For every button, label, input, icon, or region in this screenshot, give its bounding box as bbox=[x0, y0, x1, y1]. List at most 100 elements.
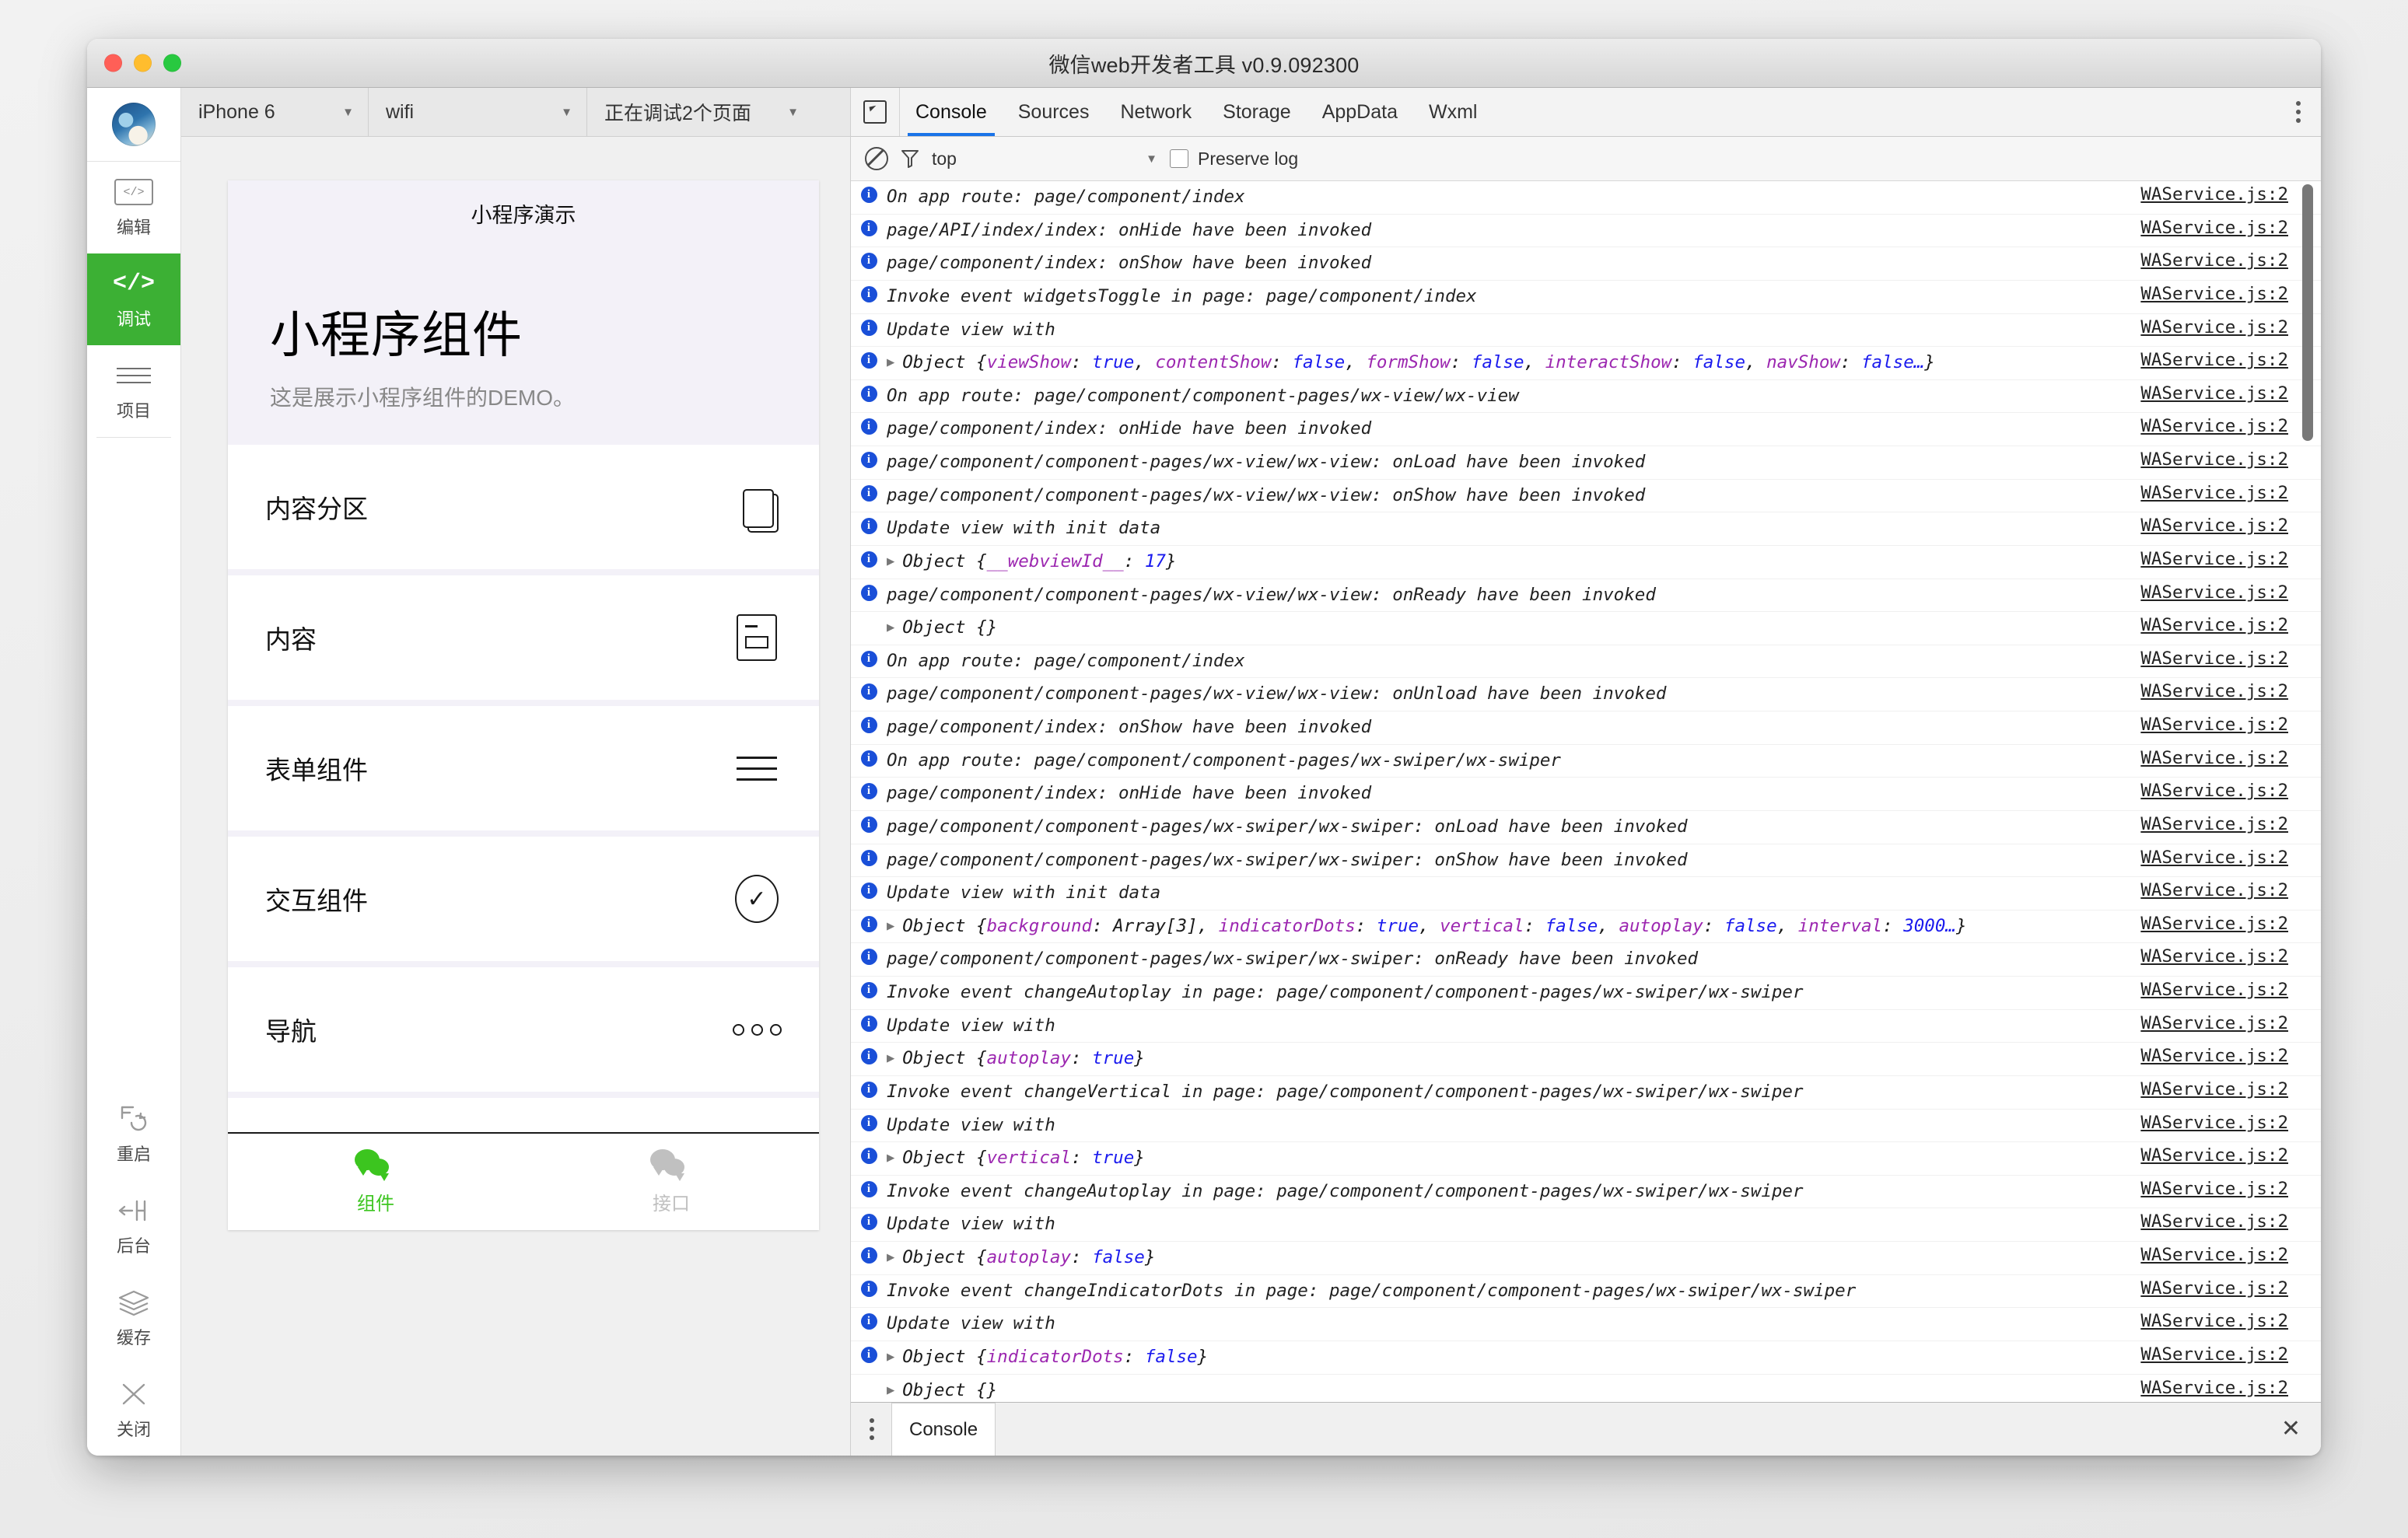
console-log-row[interactable]: ▶ Object {} WAService.js:2 bbox=[851, 612, 2321, 645]
list-item[interactable]: 表单组件 bbox=[228, 706, 819, 830]
expand-triangle-icon[interactable]: ▶ bbox=[887, 1049, 894, 1068]
preserve-log-checkbox[interactable] bbox=[1170, 149, 1188, 168]
tab-network[interactable]: Network bbox=[1104, 88, 1207, 136]
console-source-link[interactable]: WAService.js:2 bbox=[2055, 1344, 2321, 1365]
console-source-link[interactable]: WAService.js:2 bbox=[2055, 648, 2321, 669]
tab-storage[interactable]: Storage bbox=[1207, 88, 1307, 136]
expand-triangle-icon[interactable]: ▶ bbox=[887, 1248, 894, 1267]
expand-triangle-icon[interactable]: ▶ bbox=[887, 1148, 894, 1168]
console-source-link[interactable]: WAService.js:2 bbox=[2055, 1013, 2321, 1033]
rail-item-background[interactable]: 后台 bbox=[87, 1180, 180, 1272]
console-source-link[interactable]: WAService.js:2 bbox=[2055, 350, 2321, 370]
console-source-link[interactable]: WAService.js:2 bbox=[2055, 218, 2321, 238]
console-source-link[interactable]: WAService.js:2 bbox=[2055, 1046, 2321, 1066]
tabbar-item-api[interactable]: 接口 bbox=[523, 1134, 819, 1230]
console-source-link[interactable]: WAService.js:2 bbox=[2055, 615, 2321, 635]
console-source-link[interactable]: WAService.js:2 bbox=[2055, 914, 2321, 934]
console-log-row[interactable]: i ▶ Object {vertical: true} WAService.js:2 bbox=[851, 1142, 2321, 1176]
expand-triangle-icon[interactable]: ▶ bbox=[887, 1347, 894, 1367]
drawer-tab-console[interactable]: Console bbox=[891, 1402, 996, 1456]
console-source-link[interactable]: WAService.js:2 bbox=[2055, 880, 2321, 900]
console-source-link[interactable]: WAService.js:2 bbox=[2055, 284, 2321, 304]
console-log-row[interactable]: i ▶ Object {autoplay: false} WAService.js:2 bbox=[851, 1242, 2321, 1275]
console-source-link[interactable]: WAService.js:2 bbox=[2055, 946, 2321, 966]
console-log-row[interactable]: i Update view with WAService.js:2 bbox=[851, 1308, 2321, 1341]
debug-pages-select[interactable]: 正在调试2个页面 ▼ bbox=[587, 88, 813, 136]
console-log-row[interactable]: i Invoke event widgetsToggle in page: pag… bbox=[851, 281, 2321, 314]
avatar[interactable] bbox=[112, 103, 156, 146]
console-log-row[interactable]: i page/component/component-pages/wx-swipe… bbox=[851, 943, 2321, 977]
console-source-link[interactable]: WAService.js:2 bbox=[2055, 250, 2321, 271]
console-log-row[interactable]: i page/component/component-pages/wx-view/… bbox=[851, 480, 2321, 513]
tab-appdata[interactable]: AppData bbox=[1307, 88, 1413, 136]
console-log-row[interactable]: i On app route: page/component/index WASer… bbox=[851, 645, 2321, 679]
console-source-link[interactable]: WAService.js:2 bbox=[2055, 449, 2321, 470]
console-log-row[interactable]: i Update view with WAService.js:2 bbox=[851, 1208, 2321, 1242]
console-log-row[interactable]: i page/component/component-pages/wx-swipe… bbox=[851, 811, 2321, 844]
console-log-row[interactable]: i Invoke event changeAutoplay in page: pa… bbox=[851, 977, 2321, 1010]
expand-triangle-icon[interactable]: ▶ bbox=[887, 917, 894, 936]
console-log-row[interactable]: i Update view with init data WAService.js:… bbox=[851, 877, 2321, 911]
console-source-link[interactable]: WAService.js:2 bbox=[2055, 1179, 2321, 1199]
console-source-link[interactable]: WAService.js:2 bbox=[2055, 416, 2321, 436]
console-source-link[interactable]: WAService.js:2 bbox=[2055, 549, 2321, 569]
close-button[interactable] bbox=[104, 54, 122, 72]
console-log-row[interactable]: i page/component/component-pages/wx-swipe… bbox=[851, 844, 2321, 878]
console-source-link[interactable]: WAService.js:2 bbox=[2055, 814, 2321, 834]
console-source-link[interactable]: WAService.js:2 bbox=[2055, 848, 2321, 868]
list-item[interactable]: 媒体 bbox=[228, 1098, 819, 1132]
minimize-button[interactable] bbox=[134, 54, 152, 72]
list-item[interactable]: 内容分区 bbox=[228, 445, 819, 569]
console-log-row[interactable]: i Update view with WAService.js:2 bbox=[851, 314, 2321, 348]
rail-item-close[interactable]: 关闭 bbox=[87, 1364, 180, 1456]
zoom-button[interactable] bbox=[163, 54, 181, 72]
tab-console[interactable]: Console bbox=[900, 88, 1003, 136]
network-select[interactable]: wifi ▼ bbox=[369, 88, 587, 136]
kebab-menu-icon[interactable] bbox=[870, 1418, 874, 1440]
expand-triangle-icon[interactable]: ▶ bbox=[887, 552, 894, 572]
expand-triangle-icon[interactable]: ▶ bbox=[887, 353, 894, 372]
console-source-link[interactable]: WAService.js:2 bbox=[2055, 582, 2321, 603]
filter-funnel-icon[interactable] bbox=[901, 149, 919, 169]
console-log-row[interactable]: i page/component/component-pages/wx-view/… bbox=[851, 579, 2321, 613]
console-log-row[interactable]: i page/component/index: onHide have been … bbox=[851, 413, 2321, 446]
mini-program-page[interactable]: 小程序组件 这是展示小程序组件的DEMO。 内容分区 内容 表单组件 交互组件 … bbox=[228, 246, 819, 1132]
rail-item-debug[interactable]: </> 调试 bbox=[87, 253, 180, 345]
list-item[interactable]: 交互组件 ✓ bbox=[228, 837, 819, 961]
console-source-link[interactable]: WAService.js:2 bbox=[2055, 184, 2321, 204]
console-source-link[interactable]: WAService.js:2 bbox=[2055, 1211, 2321, 1232]
console-source-link[interactable]: WAService.js:2 bbox=[2055, 781, 2321, 801]
console-source-link[interactable]: WAService.js:2 bbox=[2055, 980, 2321, 1000]
console-source-link[interactable]: WAService.js:2 bbox=[2055, 1245, 2321, 1265]
console-source-link[interactable]: WAService.js:2 bbox=[2055, 483, 2321, 503]
console-log-row[interactable]: i page/component/index: onShow have been … bbox=[851, 711, 2321, 745]
console-log-row[interactable]: i Invoke event changeAutoplay in page: pa… bbox=[851, 1176, 2321, 1209]
console-source-link[interactable]: WAService.js:2 bbox=[2055, 1278, 2321, 1299]
console-log-row[interactable]: ▶ Object {} WAService.js:2 bbox=[851, 1375, 2321, 1403]
console-source-link[interactable]: WAService.js:2 bbox=[2055, 1079, 2321, 1099]
console-context-select[interactable]: top ▼ bbox=[932, 149, 1157, 170]
rail-item-edit[interactable]: </> 编辑 bbox=[87, 162, 180, 253]
inspect-element-button[interactable] bbox=[851, 88, 900, 136]
console-log-row[interactable]: i On app route: page/component/component-… bbox=[851, 745, 2321, 778]
console-log-row[interactable]: i page/component/component-pages/wx-view/… bbox=[851, 446, 2321, 480]
console-source-link[interactable]: WAService.js:2 bbox=[2055, 1311, 2321, 1331]
rail-item-project[interactable]: 项目 bbox=[87, 345, 180, 437]
console-log-row[interactable]: i On app route: page/component/index WASer… bbox=[851, 181, 2321, 215]
rail-item-restart[interactable]: 重启 bbox=[87, 1089, 180, 1180]
console-log-row[interactable]: i ▶ Object {viewShow: true, contentShow: f… bbox=[851, 347, 2321, 380]
console-log-row[interactable]: i ▶ Object {background: Array[3], indicato… bbox=[851, 911, 2321, 944]
console-log-row[interactable]: i page/component/component-pages/wx-view/… bbox=[851, 678, 2321, 711]
console-source-link[interactable]: WAService.js:2 bbox=[2055, 1378, 2321, 1398]
console-log-row[interactable]: i ▶ Object {__webviewId__: 17} WAService.js… bbox=[851, 546, 2321, 579]
console-source-link[interactable]: WAService.js:2 bbox=[2055, 715, 2321, 735]
device-select[interactable]: iPhone 6 ▼ bbox=[181, 88, 369, 136]
console-log-list[interactable]: i On app route: page/component/index WASer… bbox=[851, 181, 2321, 1402]
console-log-row[interactable]: i Invoke event changeIndicatorDots in pag… bbox=[851, 1275, 2321, 1309]
console-source-link[interactable]: WAService.js:2 bbox=[2055, 1145, 2321, 1166]
list-item[interactable]: 导航 bbox=[228, 967, 819, 1092]
console-log-row[interactable]: i page/component/index: onHide have been … bbox=[851, 778, 2321, 811]
tab-wxml[interactable]: Wxml bbox=[1413, 88, 1493, 136]
console-log-row[interactable]: i page/component/index: onShow have been … bbox=[851, 247, 2321, 281]
rail-item-cache[interactable]: 缓存 bbox=[87, 1272, 180, 1364]
